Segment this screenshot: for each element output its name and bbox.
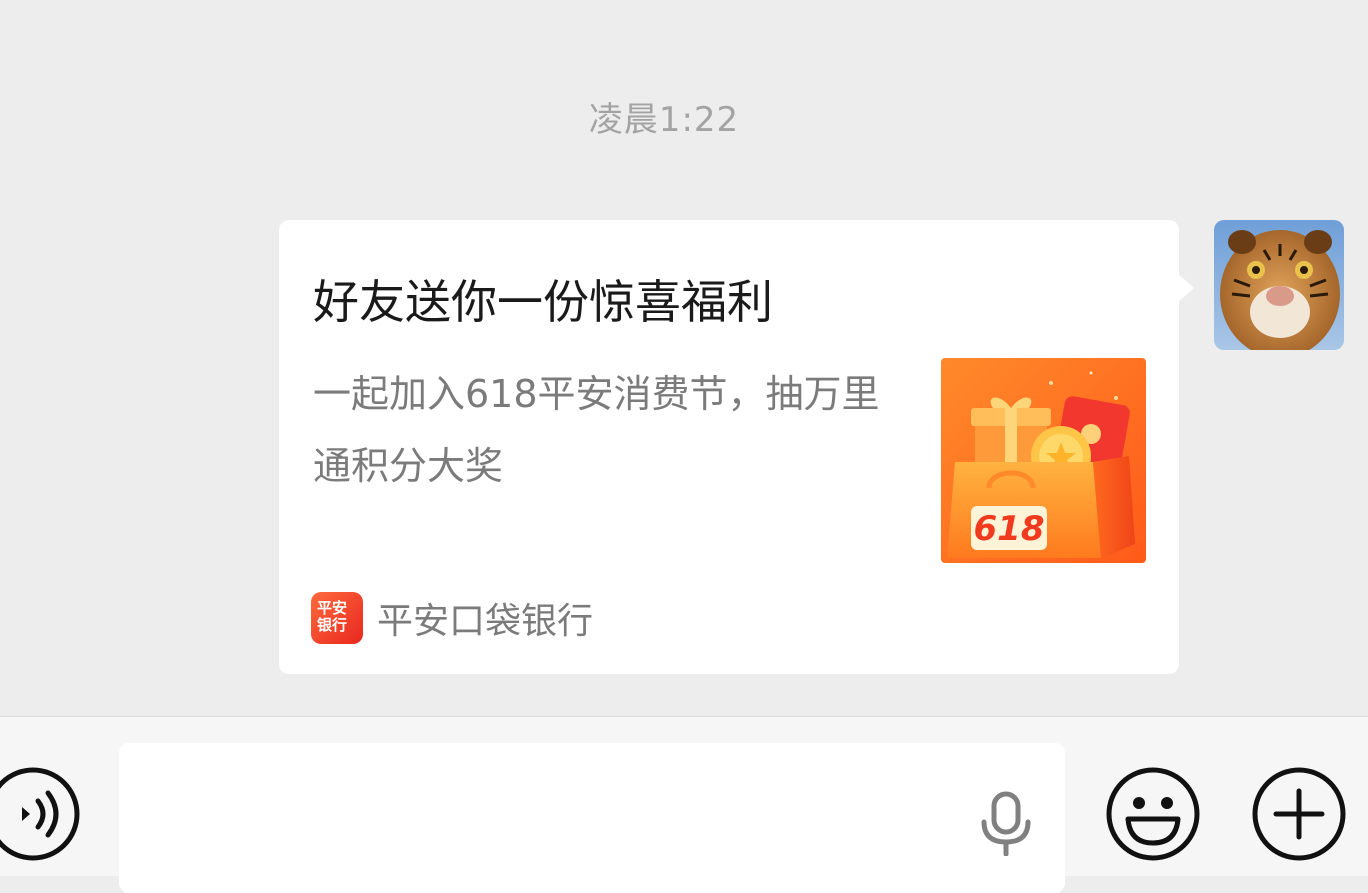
source-name: 平安口袋银行 xyxy=(377,601,594,642)
more-options-button[interactable] xyxy=(1252,767,1346,861)
shared-link-card[interactable]: 好友送你一份惊喜福利 一起加入618平安消费节，抽万里通积分大奖 618 平安 … xyxy=(279,220,1179,674)
card-thumbnail: 618 xyxy=(941,358,1146,563)
voice-toggle-button[interactable] xyxy=(0,767,80,861)
pingan-bank-logo: 平安 银行 xyxy=(311,592,363,644)
bubble-tail xyxy=(1178,274,1194,302)
gift-bag-illustration: 618 xyxy=(941,358,1146,563)
chat-area: 凌晨1:22 好友送你一份惊喜福利 一起加入618平安消费节，抽万里通积分大奖 xyxy=(0,0,1368,716)
message-timestamp: 凌晨1:22 xyxy=(588,100,740,140)
message-input[interactable] xyxy=(119,743,1065,893)
emoji-icon xyxy=(1106,767,1200,861)
tiger-avatar-image xyxy=(1214,220,1344,350)
microphone-icon xyxy=(981,791,1031,857)
input-bar xyxy=(0,716,1368,893)
voice-icon xyxy=(0,767,80,861)
emoji-button[interactable] xyxy=(1106,767,1200,861)
voice-input-button[interactable] xyxy=(978,790,1034,857)
user-avatar[interactable] xyxy=(1214,220,1344,350)
card-source: 平安 银行 平安口袋银行 xyxy=(311,592,593,644)
card-title: 好友送你一份惊喜福利 xyxy=(313,275,773,329)
plus-icon xyxy=(1252,767,1346,861)
thumbnail-618-text: 618 xyxy=(974,509,1045,549)
card-description: 一起加入618平安消费节，抽万里通积分大奖 xyxy=(313,372,880,488)
